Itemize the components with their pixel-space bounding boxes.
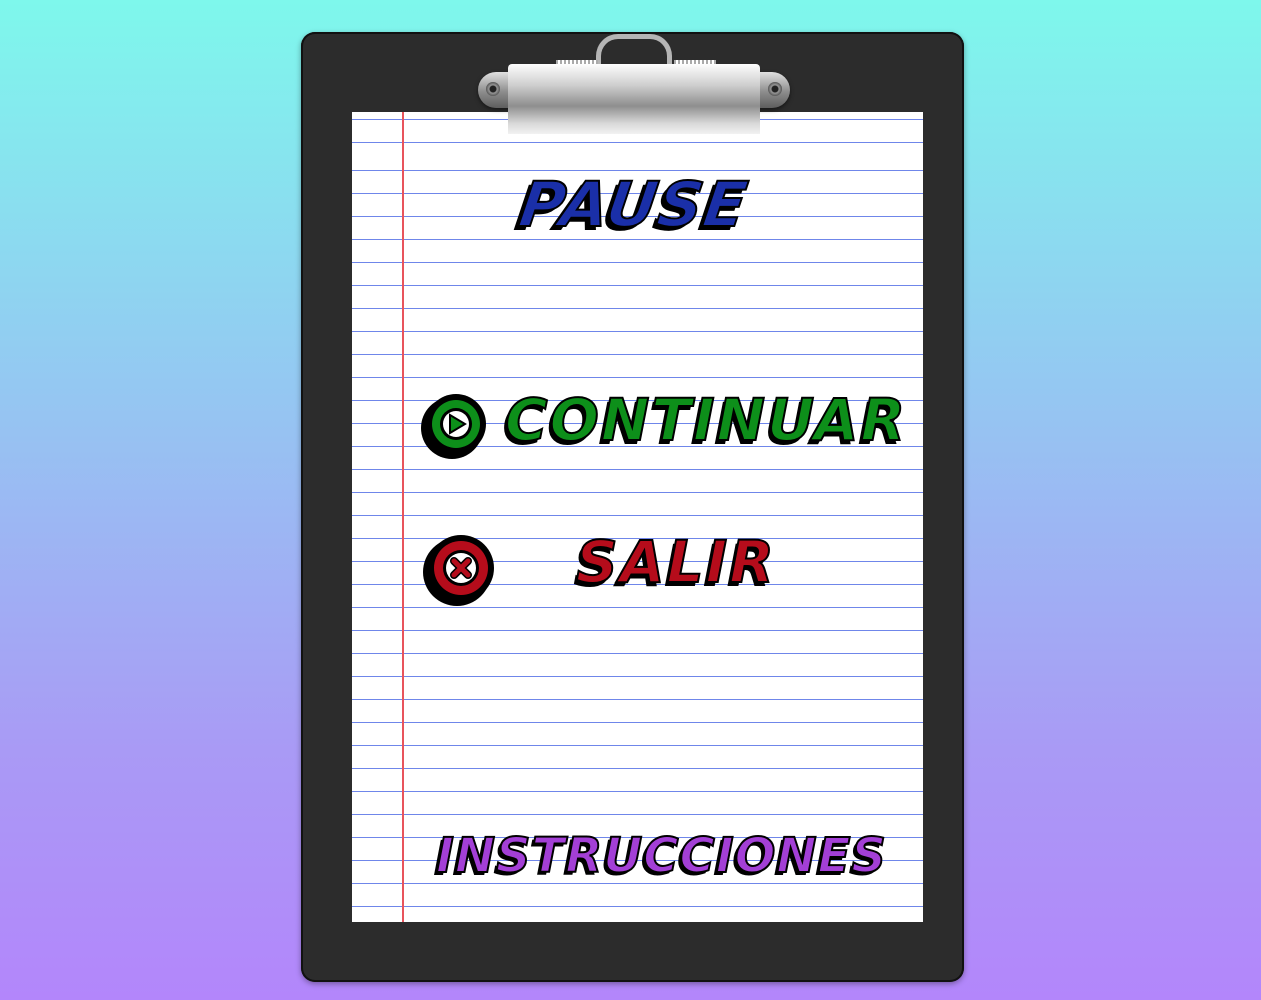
clip-rivet-left — [486, 82, 500, 96]
play-circle-icon[interactable] — [415, 388, 495, 464]
clip-plate — [508, 64, 760, 134]
continue-label[interactable]: CONTINUAR — [504, 385, 907, 455]
instructions-button[interactable]: INSTRUCCIONES — [435, 827, 887, 885]
clipboard-clip — [478, 34, 790, 134]
paper-margin-line — [402, 112, 404, 922]
exit-label[interactable]: SALIR — [575, 527, 776, 597]
close-circle-icon[interactable] — [415, 528, 505, 608]
clip-rivet-right — [768, 82, 782, 96]
pause-title: PAUSE — [514, 167, 754, 242]
